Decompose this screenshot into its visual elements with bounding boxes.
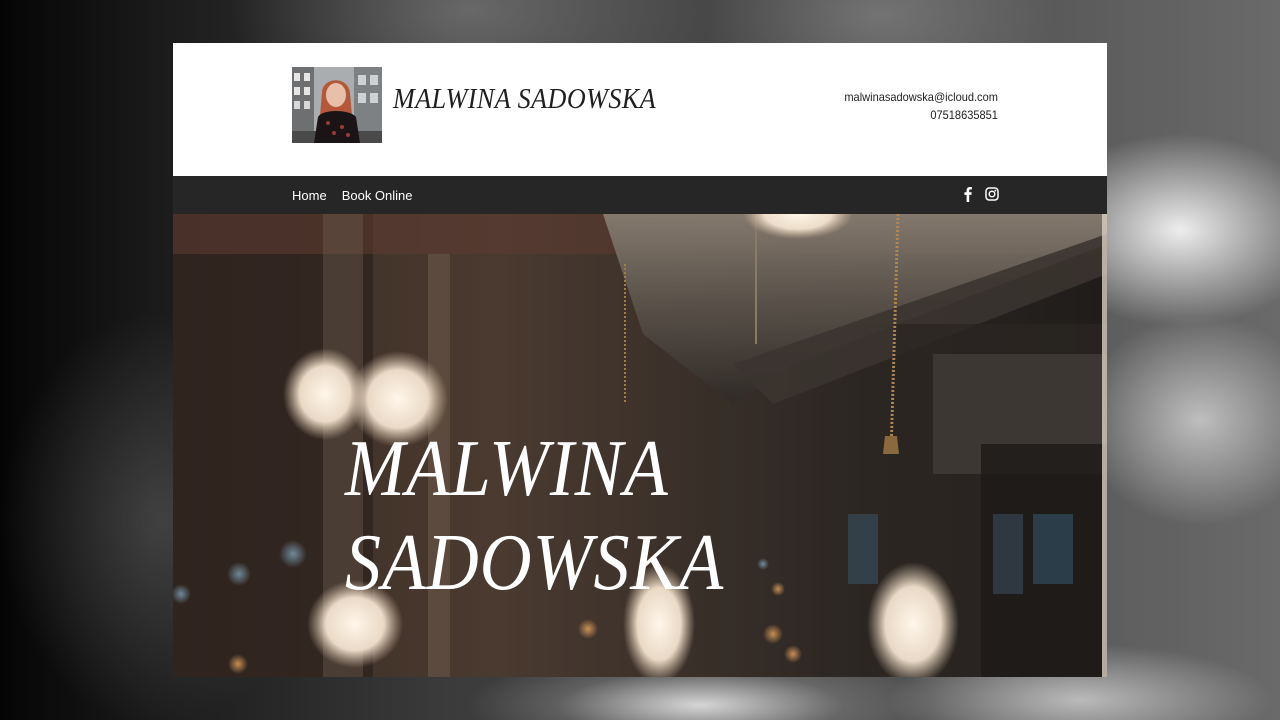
social-links [960, 186, 1000, 202]
site-brand-name[interactable]: MALWINA SADOWSKA [393, 83, 656, 116]
nav-links: Home Book Online [292, 176, 413, 214]
avatar-photo [292, 67, 382, 143]
hero-title: MALWINA SADOWSKA [345, 422, 724, 610]
nav-item-home[interactable]: Home [292, 188, 327, 203]
nav-item-book-online[interactable]: Book Online [342, 188, 413, 203]
main-navbar: Home Book Online [173, 176, 1107, 214]
facebook-icon[interactable] [960, 186, 976, 202]
site-header: MALWINA SADOWSKA malwinasadowska@icloud.… [173, 43, 1107, 176]
hero-title-line2: SADOWSKA [345, 519, 725, 607]
contact-email[interactable]: malwinasadowska@icloud.com [844, 88, 998, 106]
avatar[interactable] [292, 67, 382, 143]
site-frame: MALWINA SADOWSKA malwinasadowska@icloud.… [173, 43, 1107, 677]
instagram-icon[interactable] [984, 186, 1000, 202]
hero-banner: MALWINA SADOWSKA [173, 214, 1107, 677]
hero-title-line1: MALWINA [345, 425, 669, 513]
contact-block: malwinasadowska@icloud.com 07518635851 [831, 88, 998, 124]
contact-phone: 07518635851 [930, 108, 998, 122]
